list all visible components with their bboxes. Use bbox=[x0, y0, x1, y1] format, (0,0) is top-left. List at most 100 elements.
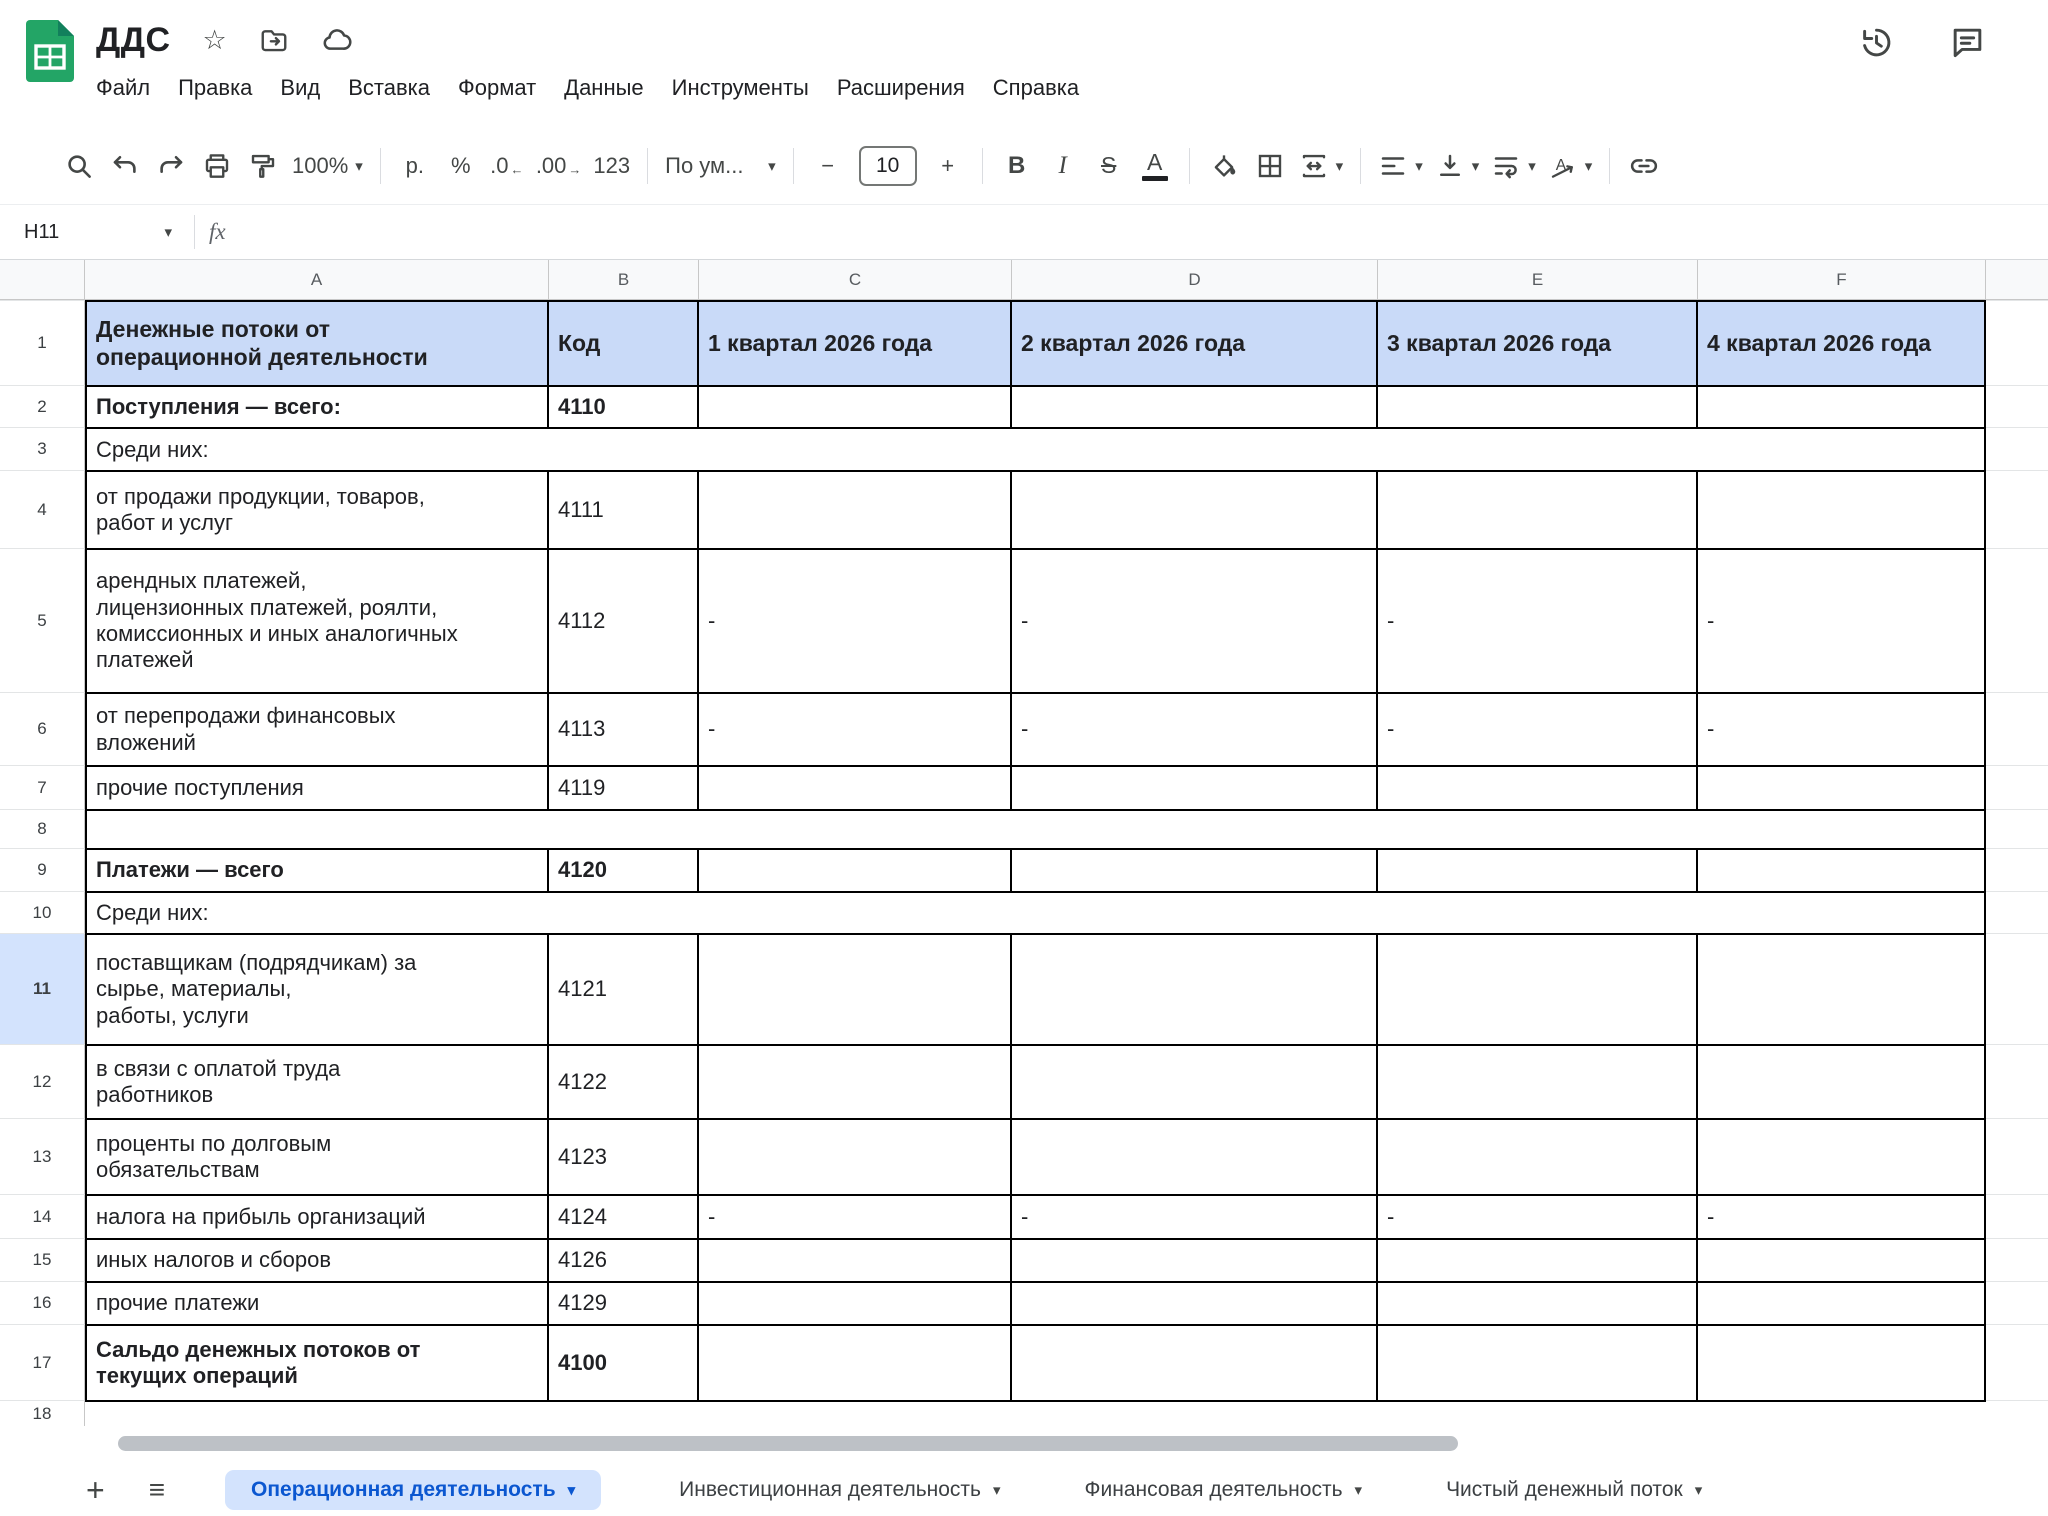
cell-B9[interactable]: 4120 bbox=[549, 850, 699, 891]
menu-item[interactable]: Справка bbox=[979, 68, 1093, 108]
cell-A7[interactable]: прочие поступления bbox=[85, 767, 549, 809]
cell-F16[interactable] bbox=[1698, 1283, 1986, 1324]
cell-E9[interactable] bbox=[1378, 850, 1698, 891]
cell-F4[interactable] bbox=[1698, 472, 1986, 548]
column-header-B[interactable]: B bbox=[549, 260, 699, 299]
undo-icon[interactable] bbox=[102, 143, 148, 189]
row-header-18[interactable]: 18 bbox=[0, 1400, 85, 1426]
row-header-17[interactable]: 17 bbox=[0, 1324, 85, 1400]
move-folder-icon[interactable] bbox=[259, 25, 289, 55]
cell-A9[interactable]: Платежи — всего bbox=[85, 850, 549, 891]
column-header-A[interactable]: A bbox=[85, 260, 549, 299]
cell-E16[interactable] bbox=[1378, 1283, 1698, 1324]
cell-B16[interactable]: 4129 bbox=[549, 1283, 699, 1324]
star-icon[interactable]: ☆ bbox=[203, 27, 227, 54]
cell-D6[interactable]: - bbox=[1012, 694, 1378, 765]
cell-C14[interactable]: - bbox=[699, 1196, 1012, 1238]
cell-D1[interactable]: 2 квартал 2026 года bbox=[1012, 302, 1378, 385]
cell-B17[interactable]: 4100 bbox=[549, 1326, 699, 1400]
font-select[interactable]: По ум... ▾ bbox=[659, 143, 782, 189]
row-header-2[interactable]: 2 bbox=[0, 385, 85, 427]
select-all-corner[interactable] bbox=[0, 260, 85, 299]
more-formats-button[interactable]: 123 bbox=[587, 143, 636, 189]
row-header-15[interactable]: 15 bbox=[0, 1238, 85, 1281]
cell-E17[interactable] bbox=[1378, 1326, 1698, 1400]
cell-B1[interactable]: Код bbox=[549, 302, 699, 385]
cell-F17[interactable] bbox=[1698, 1326, 1986, 1400]
row-header-4[interactable]: 4 bbox=[0, 470, 85, 548]
cell-E1[interactable]: 3 квартал 2026 года bbox=[1378, 302, 1698, 385]
sheet-tab-4[interactable]: Чистый денежный поток▾ bbox=[1440, 1470, 1708, 1510]
doc-title[interactable]: ДДС bbox=[96, 21, 171, 60]
cell-F12[interactable] bbox=[1698, 1046, 1986, 1118]
italic-button[interactable]: I bbox=[1040, 143, 1086, 189]
cell-D15[interactable] bbox=[1012, 1240, 1378, 1281]
row-header-14[interactable]: 14 bbox=[0, 1194, 85, 1238]
cell-D11[interactable] bbox=[1012, 935, 1378, 1044]
increase-decimals-button[interactable]: .00 → bbox=[530, 143, 588, 189]
cell-A8[interactable] bbox=[85, 811, 1986, 848]
name-box[interactable]: H11 ▾ bbox=[0, 221, 190, 244]
cell-B15[interactable]: 4126 bbox=[549, 1240, 699, 1281]
borders-icon[interactable] bbox=[1247, 143, 1293, 189]
insert-link-icon[interactable] bbox=[1621, 143, 1667, 189]
cell-F5[interactable]: - bbox=[1698, 550, 1986, 692]
increase-font-size-button[interactable]: + bbox=[925, 143, 971, 189]
cell-E4[interactable] bbox=[1378, 472, 1698, 548]
cell-D7[interactable] bbox=[1012, 767, 1378, 809]
cell-F15[interactable] bbox=[1698, 1240, 1986, 1281]
cell-A11[interactable]: поставщикам (подрядчикам) за сырье, мате… bbox=[85, 935, 549, 1044]
row-header-7[interactable]: 7 bbox=[0, 765, 85, 809]
cell-C2[interactable] bbox=[699, 387, 1012, 427]
cell-A16[interactable]: прочие платежи bbox=[85, 1283, 549, 1324]
row-header-6[interactable]: 6 bbox=[0, 692, 85, 765]
cell-B13[interactable]: 4123 bbox=[549, 1120, 699, 1194]
menu-item[interactable]: Вставка bbox=[334, 68, 444, 108]
menu-item[interactable]: Инструменты bbox=[658, 68, 823, 108]
cell-B7[interactable]: 4119 bbox=[549, 767, 699, 809]
row-header-1[interactable]: 1 bbox=[0, 300, 85, 385]
merge-cells-button[interactable]: ▾ bbox=[1293, 143, 1350, 189]
column-header-F[interactable]: F bbox=[1698, 260, 1986, 299]
horizontal-scrollbar[interactable] bbox=[118, 1436, 1458, 1451]
cell-A5[interactable]: арендных платежей, лицензионных платежей… bbox=[85, 550, 549, 692]
version-history-icon[interactable] bbox=[1858, 24, 1895, 61]
cell-E13[interactable] bbox=[1378, 1120, 1698, 1194]
print-icon[interactable] bbox=[194, 143, 240, 189]
all-sheets-button[interactable]: ≡ bbox=[149, 1476, 165, 1504]
cell-C9[interactable] bbox=[699, 850, 1012, 891]
cell-B12[interactable]: 4122 bbox=[549, 1046, 699, 1118]
cell-A10[interactable]: Среди них: bbox=[85, 893, 1986, 933]
sheet-tab-1[interactable]: Операционная деятельность▾ bbox=[225, 1470, 601, 1510]
vertical-align-button[interactable]: ▾ bbox=[1429, 143, 1486, 189]
row-header-8[interactable]: 8 bbox=[0, 809, 85, 848]
fill-color-icon[interactable] bbox=[1201, 143, 1247, 189]
paint-format-icon[interactable] bbox=[240, 143, 286, 189]
menu-item[interactable]: Файл bbox=[82, 68, 164, 108]
cell-D12[interactable] bbox=[1012, 1046, 1378, 1118]
row-header-13[interactable]: 13 bbox=[0, 1118, 85, 1194]
horizontal-align-button[interactable]: ▾ bbox=[1372, 143, 1429, 189]
text-color-button[interactable]: A bbox=[1132, 143, 1178, 189]
bold-button[interactable]: B bbox=[994, 143, 1040, 189]
cell-C7[interactable] bbox=[699, 767, 1012, 809]
cell-B5[interactable]: 4112 bbox=[549, 550, 699, 692]
cell-A4[interactable]: от продажи продукции, товаров, работ и у… bbox=[85, 472, 549, 548]
cell-A1[interactable]: Денежные потоки от операционной деятельн… bbox=[85, 302, 549, 385]
decrease-decimals-button[interactable]: .0 ← bbox=[484, 143, 530, 189]
sheet-tab-2[interactable]: Инвестиционная деятельность▾ bbox=[673, 1470, 1006, 1510]
row-header-9[interactable]: 9 bbox=[0, 848, 85, 891]
cell-B6[interactable]: 4113 bbox=[549, 694, 699, 765]
redo-icon[interactable] bbox=[148, 143, 194, 189]
cell-F13[interactable] bbox=[1698, 1120, 1986, 1194]
cell-B2[interactable]: 4110 bbox=[549, 387, 699, 427]
cell-D14[interactable]: - bbox=[1012, 1196, 1378, 1238]
cell-A12[interactable]: в связи с оплатой труда работников bbox=[85, 1046, 549, 1118]
row-header-10[interactable]: 10 bbox=[0, 891, 85, 933]
cell-F1[interactable]: 4 квартал 2026 года bbox=[1698, 302, 1986, 385]
cell-E12[interactable] bbox=[1378, 1046, 1698, 1118]
row-header-3[interactable]: 3 bbox=[0, 427, 85, 470]
menu-item[interactable]: Расширения bbox=[823, 68, 979, 108]
column-header-E[interactable]: E bbox=[1378, 260, 1698, 299]
zoom-select[interactable]: 100% ▾ bbox=[286, 143, 369, 189]
